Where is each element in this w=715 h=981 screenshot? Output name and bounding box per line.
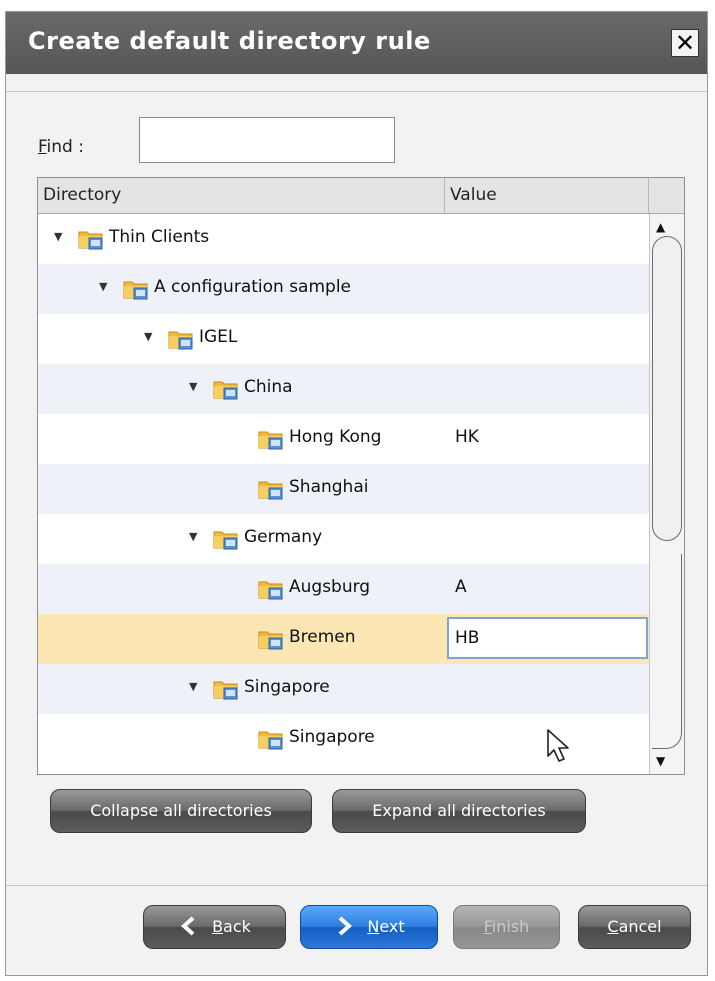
cancel-label: ancel xyxy=(618,917,662,936)
header-separator xyxy=(6,91,707,92)
folder-icon xyxy=(123,281,148,300)
directory-table: Directory Value ▼ Thin Clients ▼ A configur… xyxy=(37,177,685,775)
directory-value[interactable]: HK xyxy=(455,427,479,447)
directory-name: Shanghai xyxy=(289,477,369,497)
table-row[interactable]: Hong Kong HK xyxy=(38,414,649,464)
value-edit-input[interactable] xyxy=(447,617,648,659)
folder-icon xyxy=(213,531,238,550)
scroll-up-icon[interactable]: ▲ xyxy=(656,220,665,234)
table-row[interactable]: ▼ Singapore xyxy=(38,664,649,714)
directory-name: Hong Kong xyxy=(289,427,382,447)
expand-all-button[interactable]: Expand all directories xyxy=(332,789,586,833)
folder-icon xyxy=(78,231,103,250)
footer-separator xyxy=(6,885,707,886)
back-label: ack xyxy=(223,917,251,936)
folder-icon xyxy=(258,481,283,500)
folder-icon xyxy=(258,581,283,600)
find-label: Find : xyxy=(38,137,84,157)
directory-name: Singapore xyxy=(289,727,375,747)
cancel-button[interactable]: Cancel xyxy=(578,905,691,949)
close-icon: ✕ xyxy=(674,29,696,57)
column-header-value[interactable]: Value xyxy=(445,178,649,213)
table-row[interactable]: ▼ China xyxy=(38,364,649,414)
back-arrow-icon xyxy=(181,916,195,935)
expand-toggle-icon[interactable]: ▼ xyxy=(189,381,197,392)
directory-name: Augsburg xyxy=(289,577,371,597)
cancel-mnemonic: C xyxy=(607,917,619,936)
next-mnemonic: N xyxy=(367,917,380,936)
next-arrow-icon xyxy=(339,916,353,935)
folder-icon xyxy=(258,731,283,750)
directory-name: A configuration sample xyxy=(154,277,352,297)
page-caption xyxy=(0,0,715,8)
table-header: Directory Value xyxy=(38,178,684,214)
find-label-text: ind : xyxy=(46,137,84,157)
expand-toggle-icon[interactable]: ▼ xyxy=(99,281,107,292)
scrollbar-track[interactable] xyxy=(652,554,682,749)
folder-icon xyxy=(168,331,193,350)
collapse-all-button[interactable]: Collapse all directories xyxy=(50,789,312,833)
table-row[interactable]: ▼ Thin Clients xyxy=(38,214,649,264)
column-header-directory[interactable]: Directory xyxy=(38,178,445,213)
finish-label: inish xyxy=(491,917,530,936)
dialog-title: Create default directory rule xyxy=(28,27,431,55)
finish-button[interactable]: Finish xyxy=(453,905,560,949)
next-label: ext xyxy=(379,917,405,936)
directory-name: China xyxy=(244,377,293,397)
table-row[interactable]: ▼ Germany xyxy=(38,514,649,564)
find-input[interactable] xyxy=(139,117,395,163)
directory-value[interactable]: A xyxy=(455,577,467,597)
directory-name: Thin Clients xyxy=(109,227,210,247)
finish-mnemonic: F xyxy=(483,917,492,936)
find-label-mnemonic: F xyxy=(38,137,47,157)
vertical-scrollbar[interactable]: ▲ ▼ xyxy=(649,214,684,774)
close-button[interactable]: ✕ xyxy=(671,29,699,57)
table-row[interactable]: ▼ IGEL xyxy=(38,314,649,364)
scroll-down-icon[interactable]: ▼ xyxy=(656,754,665,768)
back-mnemonic: B xyxy=(212,917,224,936)
scrollbar-thumb[interactable] xyxy=(652,236,682,541)
mouse-pointer-icon xyxy=(547,729,569,762)
folder-icon xyxy=(213,681,238,700)
table-body: ▼ Thin Clients ▼ A configuration sample ▼ IGE… xyxy=(38,214,649,774)
back-button[interactable]: Back xyxy=(143,905,286,949)
directory-name: Germany xyxy=(244,527,323,547)
column-header-filler xyxy=(649,178,684,213)
table-row[interactable]: Bremen xyxy=(38,614,649,664)
table-row[interactable]: Augsburg A xyxy=(38,564,649,614)
next-button[interactable]: Next xyxy=(300,905,438,949)
folder-icon xyxy=(213,381,238,400)
create-directory-rule-dialog: Create default directory rule ✕ Find : D… xyxy=(5,11,708,976)
table-row[interactable]: Shanghai xyxy=(38,464,649,514)
dialog-titlebar: Create default directory rule ✕ xyxy=(6,12,707,74)
folder-icon xyxy=(258,631,283,650)
expand-toggle-icon[interactable]: ▼ xyxy=(144,331,152,342)
expand-toggle-icon[interactable]: ▼ xyxy=(54,231,62,242)
directory-name: IGEL xyxy=(199,327,238,347)
expand-toggle-icon[interactable]: ▼ xyxy=(189,681,197,692)
expand-toggle-icon[interactable]: ▼ xyxy=(189,531,197,542)
directory-name: Singapore xyxy=(244,677,330,697)
folder-icon xyxy=(258,431,283,450)
directory-name: Bremen xyxy=(289,627,356,647)
table-row[interactable]: ▼ A configuration sample xyxy=(38,264,649,314)
